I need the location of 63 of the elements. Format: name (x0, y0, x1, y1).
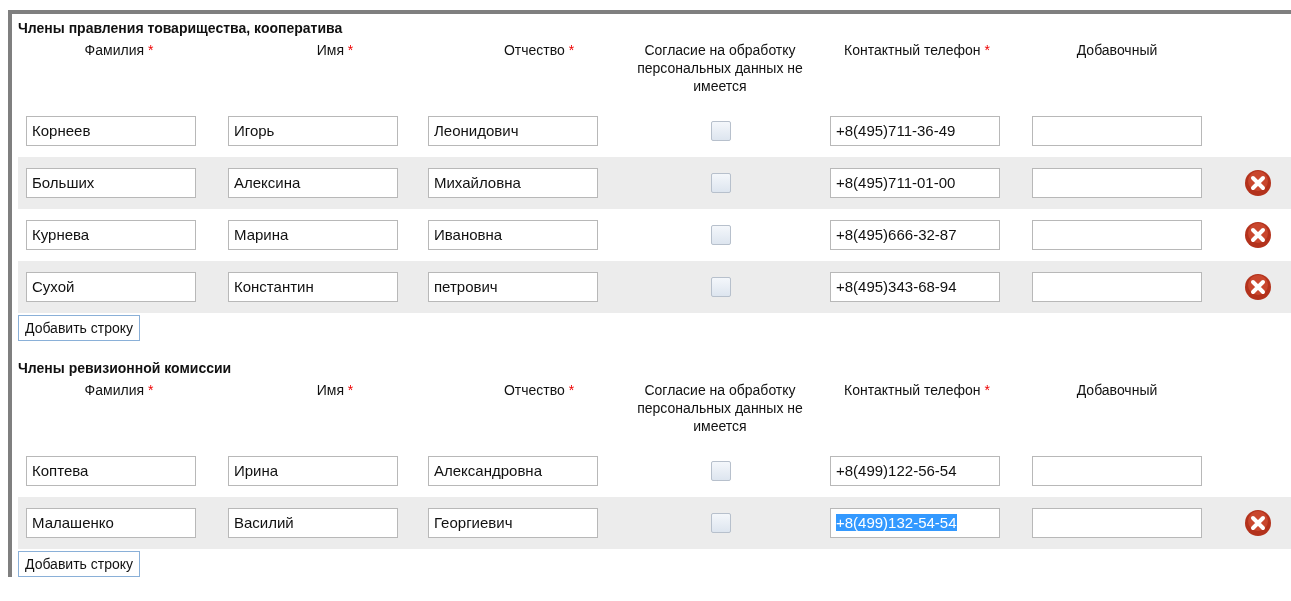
phone-field[interactable]: +8(495)711-36-49 (830, 116, 1000, 146)
column-header: Согласие на обработку персональных данных не имеется (637, 42, 803, 94)
add-row-button[interactable]: Добавить строку (18, 551, 141, 577)
column-header: Фамилия (84, 42, 145, 58)
phone-field[interactable]: +8(495)666-32-87 (830, 220, 1000, 250)
column-header: Контактный телефон (844, 382, 981, 398)
column-header: Имя (316, 42, 344, 58)
extension-field[interactable] (1032, 168, 1202, 198)
column-header: Добавочный (1076, 42, 1158, 58)
column-header: Отчество (503, 382, 565, 398)
phone-field[interactable]: +8(499)122-56-54 (830, 456, 1000, 486)
required-mark: * (347, 382, 354, 398)
phone-field[interactable]: +8(495)343-68-94 (830, 272, 1000, 302)
delete-icon[interactable] (1244, 509, 1272, 537)
text-field[interactable]: Михайловна (428, 168, 598, 198)
delete-icon[interactable] (1244, 169, 1272, 197)
required-mark: * (984, 382, 990, 398)
required-mark: * (568, 42, 575, 58)
extension-field[interactable] (1032, 220, 1202, 250)
extension-field[interactable] (1032, 508, 1202, 538)
text-field[interactable]: Малашенко (26, 508, 196, 538)
text-field[interactable]: Леонидович (428, 116, 598, 146)
text-field[interactable]: Игорь (228, 116, 398, 146)
text-field[interactable]: Ирина (228, 456, 398, 486)
checkbox[interactable] (711, 513, 731, 533)
required-mark: * (347, 42, 354, 58)
checkbox[interactable] (711, 461, 731, 481)
text-field[interactable]: Ивановна (428, 220, 598, 250)
delete-icon[interactable] (1244, 273, 1272, 301)
checkbox[interactable] (711, 173, 731, 193)
extension-field[interactable] (1032, 116, 1202, 146)
text-field[interactable]: петрович (428, 272, 598, 302)
extension-field[interactable] (1032, 456, 1202, 486)
text-field[interactable]: Константин (228, 272, 398, 302)
text-field[interactable]: Сухой (26, 272, 196, 302)
text-field[interactable]: Александровна (428, 456, 598, 486)
text-field[interactable]: Больших (26, 168, 196, 198)
phone-field[interactable]: +8(495)711-01-00 (830, 168, 1000, 198)
required-mark: * (568, 382, 575, 398)
column-header: Согласие на обработку персональных данных не имеется (637, 382, 803, 434)
text-field[interactable]: Василий (228, 508, 398, 538)
section-title: Члены правления товарищества, кооператива (18, 19, 343, 37)
column-header: Фамилия (84, 382, 145, 398)
required-mark: * (147, 382, 154, 398)
required-mark: * (147, 42, 154, 58)
checkbox[interactable] (711, 121, 731, 141)
extension-field[interactable] (1032, 272, 1202, 302)
text-field[interactable]: Коптева (26, 456, 196, 486)
required-mark: * (984, 42, 990, 58)
column-header: Добавочный (1076, 382, 1158, 398)
checkbox[interactable] (711, 225, 731, 245)
column-header: Имя (316, 382, 344, 398)
column-header: Контактный телефон (844, 42, 981, 58)
add-row-button[interactable]: Добавить строку (18, 315, 141, 341)
section-title: Члены ревизионной комиссии (18, 359, 232, 377)
column-header: Отчество (503, 42, 565, 58)
text-field[interactable]: Алексина (228, 168, 398, 198)
checkbox[interactable] (711, 277, 731, 297)
text-field[interactable]: Марина (228, 220, 398, 250)
delete-icon[interactable] (1244, 221, 1272, 249)
text-field[interactable]: Корнеев (26, 116, 196, 146)
text-field[interactable]: Георгиевич (428, 508, 598, 538)
text-field[interactable]: Курнева (26, 220, 196, 250)
